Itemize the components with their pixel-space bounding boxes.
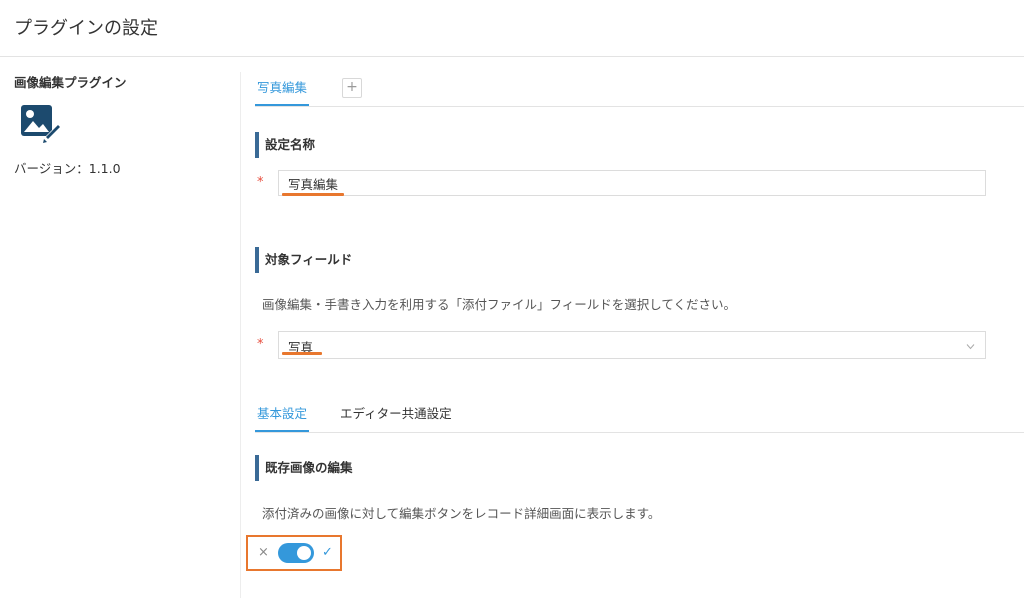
tab-editor-common-settings[interactable]: エディター共通設定 (340, 404, 452, 424)
target-field-description: 画像編集・手書き入力を利用する「添付ファイル」フィールドを選択してください。 (262, 297, 737, 312)
target-field-label: 対象フィールド (255, 247, 352, 273)
toggle-highlight: × ✓ (246, 535, 342, 571)
setting-tabs: 写真編集 + (255, 78, 1024, 107)
tab-basic-settings[interactable]: 基本設定 (255, 404, 310, 432)
setting-name-label: 設定名称 (255, 132, 315, 158)
existing-image-label: 既存画像の編集 (255, 455, 353, 481)
close-icon: × (258, 545, 269, 560)
required-mark: * (257, 175, 264, 190)
existing-image-description: 添付済みの画像に対して編集ボタンをレコード詳細画面に表示します。 (262, 506, 661, 521)
required-mark: * (257, 337, 264, 352)
page-title: プラグインの設定 (14, 18, 158, 39)
toggle-knob (297, 546, 311, 560)
plugin-version: バージョン：1.1.0 (14, 161, 121, 176)
highlight-underline (282, 193, 344, 196)
header-divider (0, 56, 1024, 57)
plugin-name: 画像編集プラグイン (14, 75, 127, 90)
check-icon: ✓ (322, 545, 333, 560)
sidebar: 画像編集プラグイン バージョン：1.1.0 (14, 72, 229, 176)
plus-icon: + (346, 79, 358, 95)
highlight-underline (282, 352, 322, 355)
tab-photo-edit[interactable]: 写真編集 (255, 78, 310, 106)
chevron-down-icon (966, 344, 975, 350)
setting-name-input[interactable] (278, 170, 986, 196)
target-field-select[interactable]: 写真 (278, 331, 986, 359)
settings-tabs: 基本設定 エディター共通設定 (255, 404, 1024, 433)
add-tab-button[interactable]: + (342, 78, 362, 98)
image-edit-icon (21, 105, 62, 143)
content-divider (240, 72, 241, 598)
existing-image-toggle[interactable] (278, 543, 314, 563)
